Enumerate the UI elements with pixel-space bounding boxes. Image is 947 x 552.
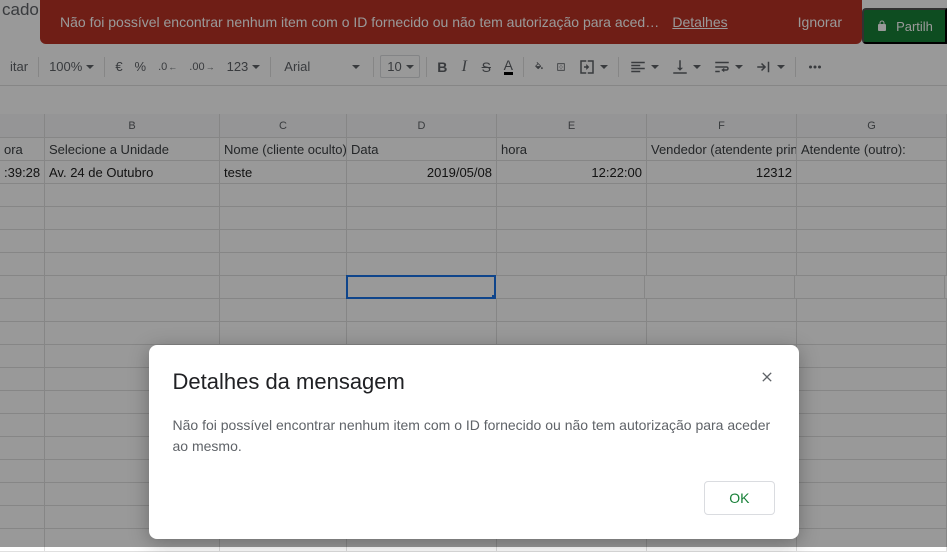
- close-icon: [759, 369, 775, 385]
- message-details-dialog: Detalhes da mensagem Não foi possível en…: [149, 345, 799, 539]
- dialog-title: Detalhes da mensagem: [173, 369, 775, 395]
- dialog-body: Não foi possível encontrar nenhum item c…: [173, 415, 775, 457]
- close-button[interactable]: [755, 365, 779, 389]
- ok-button[interactable]: OK: [704, 481, 774, 515]
